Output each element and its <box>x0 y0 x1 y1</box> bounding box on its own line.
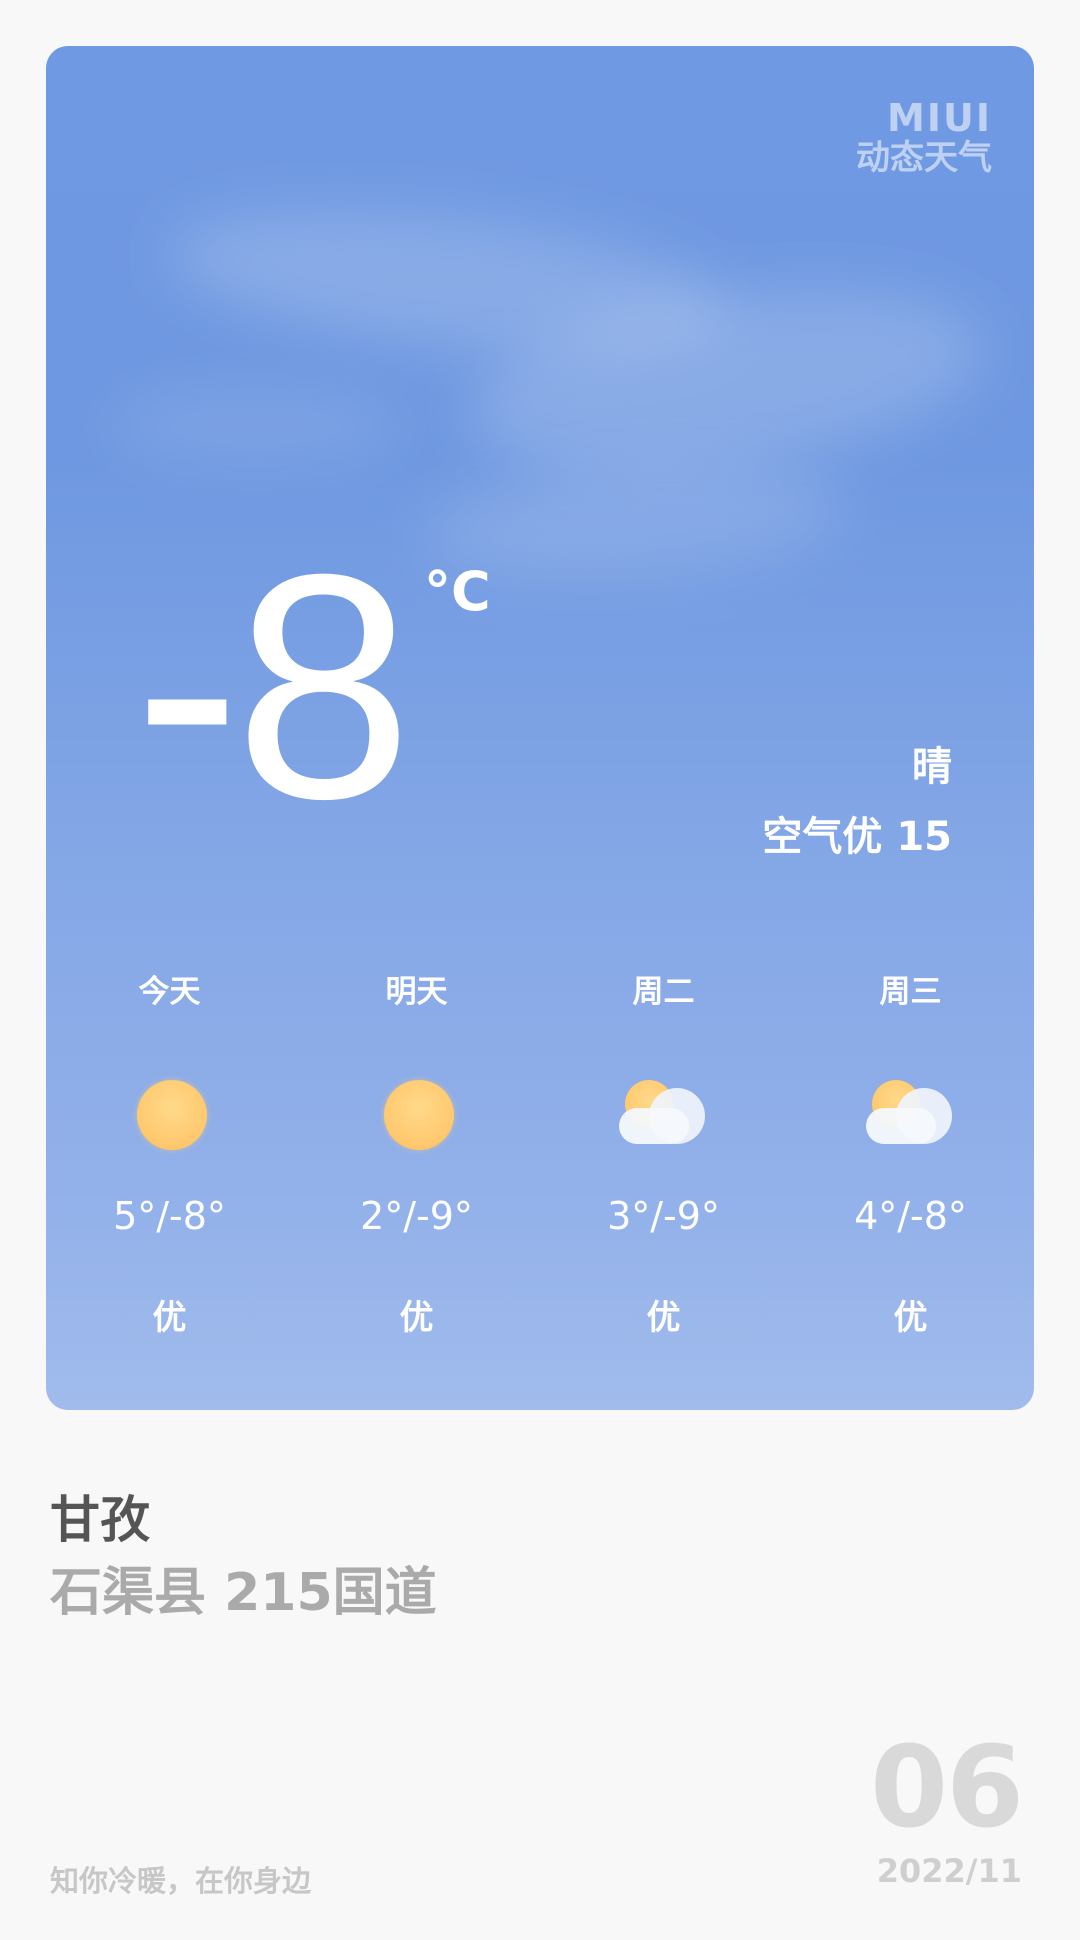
forecast-day[interactable]: 周三 4°/-8° 优 <box>787 966 1034 1339</box>
forecast-air-quality: 优 <box>893 1298 928 1338</box>
weather-condition: 晴 <box>912 744 952 790</box>
brand-line2: 动态天气 <box>856 137 992 178</box>
partly-cloudy-icon <box>865 1070 956 1150</box>
cloud-decoration <box>106 386 406 466</box>
brand-watermark: MIUI 动态天气 <box>856 96 992 178</box>
forecast-day-name: 今天 <box>138 974 201 1010</box>
sun-icon <box>372 1070 462 1150</box>
partly-cloudy-icon <box>618 1070 709 1150</box>
forecast-day-name: 明天 <box>385 974 448 1010</box>
temperature-unit: °C <box>424 560 491 623</box>
forecast-temp-range: 4°/-8° <box>854 1194 967 1238</box>
air-quality[interactable]: 空气优 15 <box>762 804 952 862</box>
forecast-air-quality: 优 <box>646 1298 681 1338</box>
forecast-day[interactable]: 周二 3°/-9° 优 <box>540 966 787 1339</box>
forecast-temp-range: 2°/-9° <box>360 1194 473 1238</box>
forecast-air-quality: 优 <box>152 1298 187 1338</box>
date-year-month: 2022/11 <box>876 1852 1022 1890</box>
weather-card[interactable]: MIUI 动态天气 -8 °C 晴 空气优 15 今天 5°/-8° 优 明天 … <box>46 46 1034 1410</box>
location-street: 石渠县 215国道 <box>50 1563 437 1623</box>
forecast-air-quality: 优 <box>399 1298 434 1338</box>
sun-icon <box>125 1070 215 1150</box>
forecast-day-name: 周二 <box>632 974 695 1010</box>
location-city: 甘孜 <box>50 1491 150 1549</box>
slogan-text: 知你冷暖，在你身边 <box>50 1864 312 1898</box>
brand-line1: MIUI <box>887 96 992 140</box>
forecast-day[interactable]: 今天 5°/-8° 优 <box>46 966 293 1339</box>
forecast-temp-range: 5°/-8° <box>113 1194 226 1238</box>
date-day: 06 <box>870 1723 1024 1853</box>
forecast-day[interactable]: 明天 2°/-9° 优 <box>293 966 540 1339</box>
current-temperature: -8 <box>134 507 413 865</box>
forecast-temp-range: 3°/-9° <box>607 1194 720 1238</box>
forecast-day-name: 周三 <box>879 974 942 1010</box>
daily-forecast: 今天 5°/-8° 优 明天 2°/-9° 优 周二 3°/-9° 优 周三 4… <box>46 966 1034 1339</box>
